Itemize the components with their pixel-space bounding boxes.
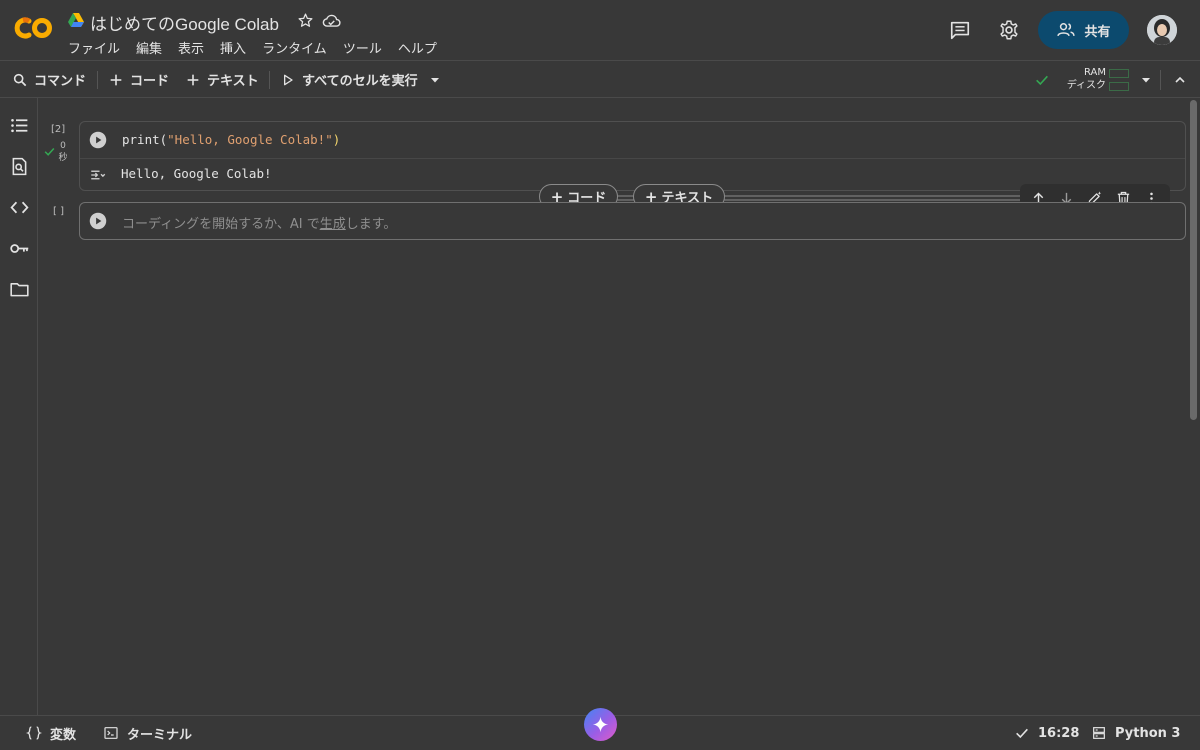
generate-link[interactable]: 生成 (320, 217, 346, 232)
gemini-sparkle-icon (592, 716, 609, 733)
execution-count: [ ] (53, 206, 64, 217)
chevron-up-icon[interactable] (1172, 72, 1188, 88)
ram-meter (1109, 69, 1129, 78)
menu-tools[interactable]: ツール (343, 38, 382, 57)
add-code-button[interactable]: コード (108, 61, 169, 98)
execution-count: [2] (51, 124, 66, 135)
terminal-icon (104, 727, 118, 739)
account-avatar[interactable] (1147, 15, 1177, 45)
star-icon[interactable] (297, 12, 314, 29)
runtime-options-caret-icon[interactable] (1140, 74, 1152, 86)
run-options-caret-icon[interactable] (429, 74, 441, 86)
toolbar-divider (97, 71, 98, 89)
app-header: はじめてのGoogle Colab ファイル 編集 表示 挿入 ランタイム ツー… (0, 0, 1200, 60)
gear-icon[interactable] (998, 19, 1020, 41)
google-drive-icon (68, 13, 84, 27)
add-text-button[interactable]: テキスト (185, 61, 259, 98)
connected-check-icon (1036, 75, 1048, 86)
terminal-button[interactable]: ターミナル (103, 716, 192, 750)
notebook-title[interactable]: はじめてのGoogle Colab (90, 10, 279, 35)
run-cell-button[interactable] (89, 212, 107, 230)
variables-button[interactable]: 変数 (26, 716, 76, 750)
find-icon[interactable] (9, 156, 30, 177)
toolbar-divider (269, 71, 270, 89)
command-palette-button[interactable]: コマンド (12, 61, 86, 98)
left-sidebar (0, 98, 38, 715)
code-snippets-icon[interactable] (9, 197, 30, 218)
resource-meters[interactable] (1109, 69, 1129, 95)
menu-file[interactable]: ファイル (68, 38, 120, 57)
toolbar-divider (1160, 70, 1161, 90)
disk-label: ディスク (1066, 80, 1106, 91)
gemini-button[interactable] (584, 708, 617, 741)
run-all-button[interactable]: すべてのセルを実行 (280, 61, 418, 98)
disk-meter (1109, 82, 1129, 91)
run-cell-button[interactable] (89, 131, 107, 149)
share-label: 共有 (1084, 24, 1111, 40)
play-outline-icon (284, 74, 293, 85)
menu-bar: ファイル 編集 表示 挿入 ランタイム ツール ヘルプ (68, 38, 453, 57)
cloud-saved-icon[interactable] (322, 12, 341, 29)
files-folder-icon[interactable] (9, 279, 30, 300)
output-actions-icon[interactable] (89, 166, 107, 184)
menu-help[interactable]: ヘルプ (398, 38, 437, 57)
execution-time: 0 秒 (58, 141, 68, 163)
toc-icon[interactable] (9, 115, 30, 136)
menu-insert[interactable]: 挿入 (220, 38, 246, 57)
vertical-scrollbar[interactable] (1190, 100, 1197, 420)
people-icon (1057, 23, 1076, 37)
notebook-toolbar: コマンド コード テキスト すべてのセルを実行 RAM ディスク (0, 60, 1200, 98)
code-editor-placeholder[interactable]: コーディングを開始するか、AI で生成します。 (122, 213, 396, 232)
secrets-key-icon[interactable] (9, 238, 30, 259)
code-cell-empty[interactable]: コーディングを開始するか、AI で生成します。 (79, 202, 1186, 240)
output-divider (80, 158, 1185, 159)
server-icon (1093, 727, 1105, 739)
colab-logo-icon[interactable] (13, 15, 53, 41)
share-button[interactable]: 共有 (1038, 11, 1129, 49)
last-run-status[interactable]: 16:28 (1014, 716, 1079, 750)
runtime-type-button[interactable]: Python 3 (1091, 716, 1180, 750)
code-cell[interactable]: print("Hello, Google Colab!") Hello, Goo… (79, 121, 1186, 191)
execution-success-icon (44, 148, 55, 156)
cell-output: Hello, Google Colab! (121, 166, 272, 181)
check-icon (1016, 728, 1028, 739)
menu-runtime[interactable]: ランタイム (262, 38, 327, 57)
plus-icon (110, 74, 122, 85)
search-icon (13, 73, 27, 86)
plus-icon (187, 74, 199, 85)
ram-label: RAM (1083, 67, 1106, 78)
menu-edit[interactable]: 編集 (136, 38, 162, 57)
code-editor[interactable]: print("Hello, Google Colab!") (122, 132, 340, 147)
comment-icon[interactable] (949, 19, 971, 41)
braces-icon (26, 726, 42, 740)
resource-labels[interactable]: RAM ディスク (1060, 66, 1106, 92)
menu-view[interactable]: 表示 (178, 38, 204, 57)
